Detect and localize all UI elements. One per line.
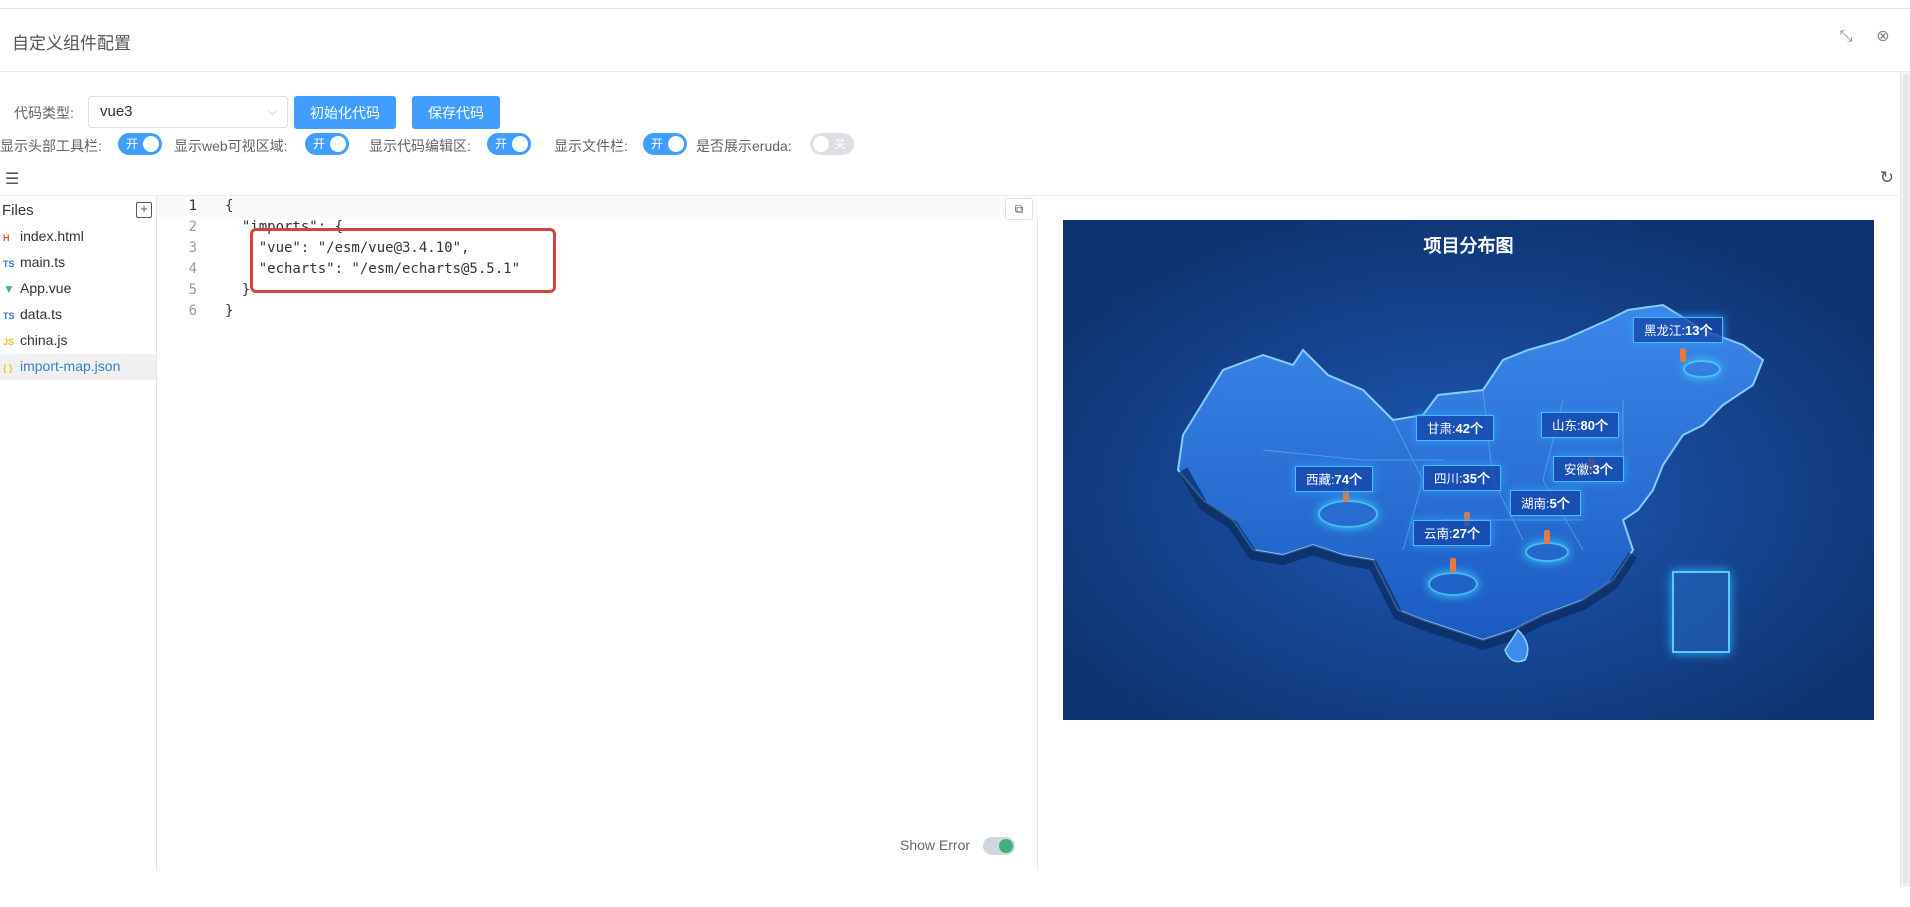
show-error-label: Show Error <box>900 837 971 853</box>
project-count: 80个 <box>1580 418 1608 433</box>
project-count: 3个 <box>1592 462 1613 477</box>
dialog-title: 自定义组件配置 <box>12 34 131 53</box>
toggle-label-file-bar: 显示文件栏: <box>554 138 628 154</box>
toggle-label-header-toolbar: 显示头部工具栏: <box>0 138 102 154</box>
project-count: 5个 <box>1549 496 1570 511</box>
code-type-label: 代码类型: <box>14 105 74 121</box>
toggle-eruda[interactable]: 关 <box>810 133 854 155</box>
line-number: 6 <box>188 303 197 319</box>
province-name: 黑龙江 <box>1644 324 1682 338</box>
province-name: 山东 <box>1552 419 1578 433</box>
toggle-label-code-editor: 显示代码编辑区: <box>369 138 471 154</box>
code-line: } <box>225 282 251 298</box>
line-number: 1 <box>188 198 197 214</box>
file-item-import-map-json[interactable]: { } import-map.json <box>0 354 156 380</box>
map-label-gansu: 甘肃:42个 <box>1416 415 1494 441</box>
project-count: 74个 <box>1334 472 1362 487</box>
south-china-sea-inset <box>1672 571 1730 653</box>
annotation-highlight-box <box>250 228 556 293</box>
minimize-icon[interactable]: ⤡ <box>1835 26 1857 48</box>
map-title: 项目分布图 <box>1423 236 1514 256</box>
map-label-shandong: 山东:80个 <box>1541 412 1619 438</box>
map-label-anhui: 安徽:3个 <box>1553 456 1624 482</box>
map-ripple <box>1683 360 1721 378</box>
map-label-yunnan: 云南:27个 <box>1413 520 1491 546</box>
preview-map: 项目分布图 黑龙江:13个 甘肃:42个 山东:80个 西藏:74个 四川:35… <box>1063 220 1874 720</box>
project-count: 27个 <box>1452 526 1480 541</box>
map-label-heilongjiang: 黑龙江:13个 <box>1633 317 1724 343</box>
file-name: index.html <box>20 228 84 244</box>
toggle-state: 开 <box>651 137 664 151</box>
line-number: 2 <box>188 219 197 235</box>
toggle-file-bar[interactable]: 开 <box>643 133 687 155</box>
code-line: { <box>225 198 234 214</box>
map-pin <box>1680 348 1686 362</box>
chevron-down-icon: ⌵ <box>267 104 277 118</box>
toggle-state: 关 <box>834 137 847 151</box>
map-label-sichuan: 四川:35个 <box>1423 465 1501 491</box>
toggle-web-area[interactable]: 开 <box>305 133 349 155</box>
map-label-xizang: 西藏:74个 <box>1295 466 1373 492</box>
map-ripple <box>1318 500 1378 528</box>
js-icon: JS <box>3 337 15 347</box>
page-scrollbar[interactable] <box>1900 72 1910 887</box>
line-number: 3 <box>188 240 197 256</box>
toggle-header-toolbar[interactable]: 开 <box>118 133 162 155</box>
code-editor[interactable]: 1 2 3 4 5 6 { "imports": { "vue": "/esm/… <box>157 196 1038 870</box>
project-count: 13个 <box>1685 323 1713 338</box>
html-icon: H <box>3 233 10 243</box>
list-icon[interactable]: ☰ <box>5 169 19 189</box>
file-item-app-vue[interactable]: ▼ App.vue <box>0 276 156 302</box>
file-name: import-map.json <box>20 358 121 374</box>
map-label-hunan: 湖南:5个 <box>1510 490 1581 516</box>
file-item-data-ts[interactable]: TS data.ts <box>0 302 156 328</box>
map-pin <box>1450 558 1456 572</box>
file-name: main.ts <box>20 254 66 270</box>
vue-icon: ▼ <box>3 282 15 296</box>
toggle-state: 开 <box>313 137 326 151</box>
file-name: data.ts <box>20 306 63 322</box>
toggle-state: 开 <box>126 137 139 151</box>
project-count: 35个 <box>1462 471 1490 486</box>
files-title: Files <box>2 202 34 219</box>
toggle-label-web-area: 显示web可视区域: <box>174 138 288 154</box>
province-name: 云南 <box>1424 527 1450 541</box>
code-line: } <box>225 303 234 319</box>
add-file-icon[interactable]: + <box>136 202 152 218</box>
province-name: 湖南 <box>1521 497 1547 511</box>
line-number: 5 <box>188 282 197 298</box>
province-name: 四川 <box>1434 472 1460 486</box>
toggle-code-editor[interactable]: 开 <box>487 133 531 155</box>
toggle-label-eruda: 是否展示eruda: <box>696 138 792 154</box>
file-name: App.vue <box>20 280 72 296</box>
province-name: 西藏 <box>1306 473 1332 487</box>
save-code-button[interactable]: 保存代码 <box>412 96 500 129</box>
map-ripple <box>1525 542 1569 562</box>
province-name: 甘肃 <box>1427 422 1453 436</box>
map-pin <box>1544 530 1550 544</box>
show-error-toggle[interactable] <box>983 837 1015 855</box>
file-item-china-js[interactable]: JS china.js <box>0 328 156 354</box>
ts-icon: TS <box>3 311 15 321</box>
dialog-header: 自定义组件配置 ⤡ ⊗ <box>0 10 1910 72</box>
refresh-icon[interactable]: ↻ <box>1880 168 1894 188</box>
project-count: 42个 <box>1455 421 1483 436</box>
file-item-index-html[interactable]: Hindex.html <box>0 224 156 250</box>
json-icon: { } <box>3 363 13 373</box>
workspace-toolbar: ☰ ↻ <box>0 164 1900 196</box>
file-name: china.js <box>20 332 68 348</box>
file-panel: Files + Hindex.html TS main.ts ▼ App.vue T… <box>0 196 157 870</box>
close-icon[interactable]: ⊗ <box>1872 26 1894 48</box>
map-ripple <box>1428 572 1478 596</box>
line-number: 4 <box>188 261 197 277</box>
ts-icon: TS <box>3 259 15 269</box>
window-top-border <box>0 0 1910 9</box>
toggle-state: 开 <box>495 137 508 151</box>
copy-icon[interactable]: ⧉ <box>1005 198 1033 220</box>
file-item-main-ts[interactable]: TS main.ts <box>0 250 156 276</box>
init-code-button[interactable]: 初始化代码 <box>294 96 396 129</box>
code-type-select[interactable]: vue3 ⌵ <box>88 96 288 128</box>
code-type-value: vue3 <box>100 103 133 120</box>
province-name: 安徽 <box>1564 463 1590 477</box>
